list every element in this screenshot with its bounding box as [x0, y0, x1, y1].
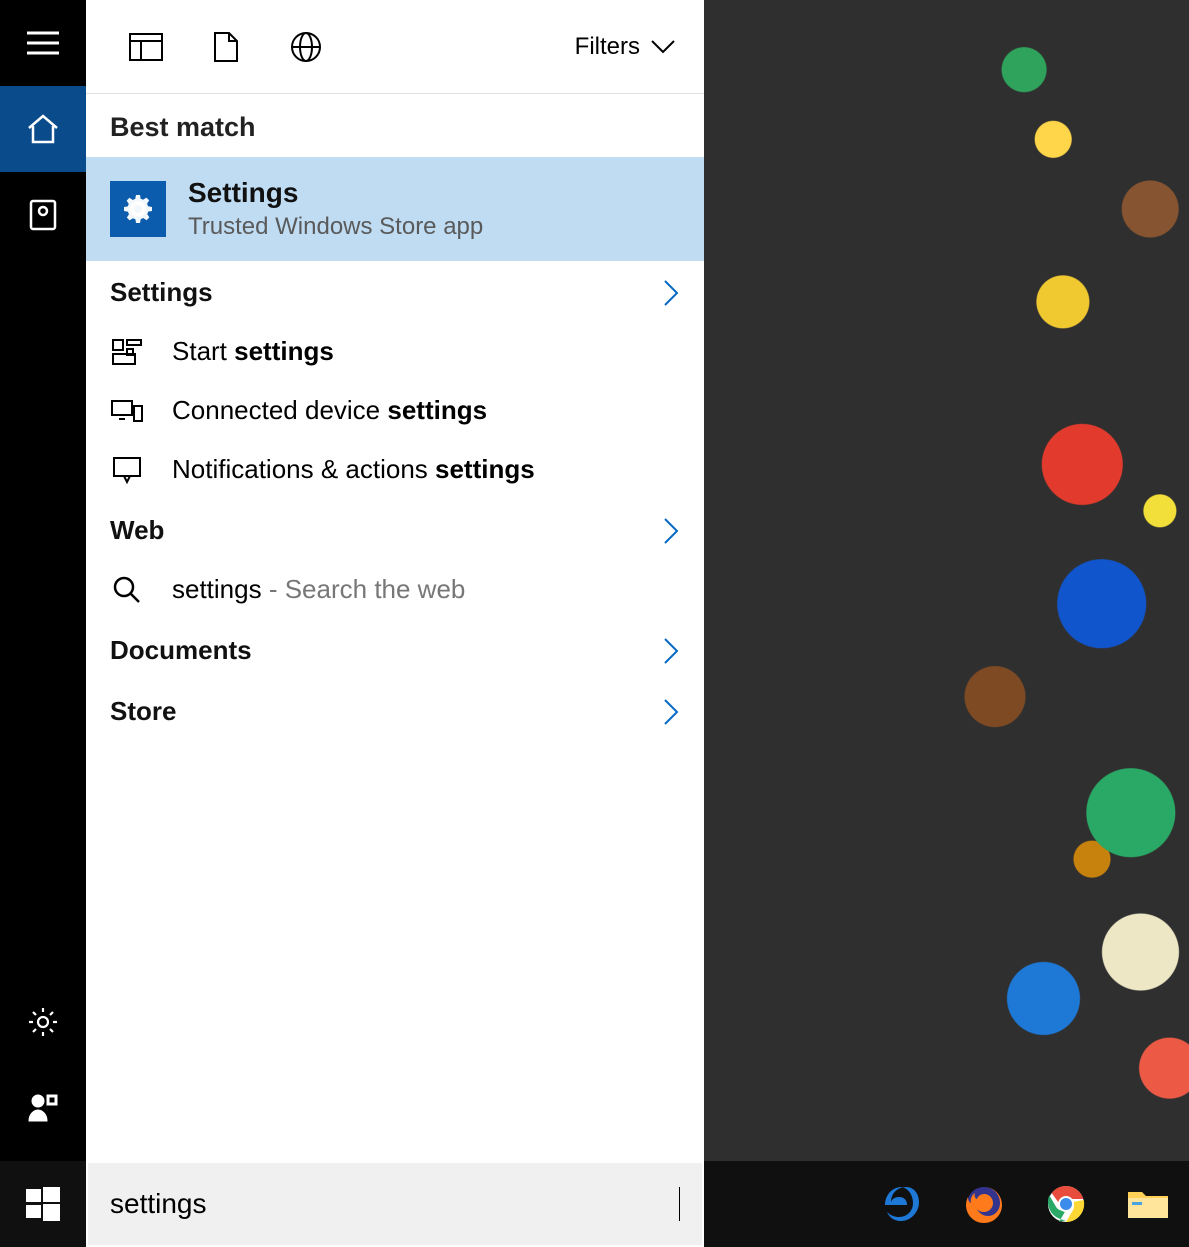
gear-icon	[118, 189, 158, 229]
taskbar-pin-chrome[interactable]	[1025, 1161, 1107, 1247]
menu-button[interactable]	[0, 0, 86, 86]
text-caret	[679, 1187, 680, 1221]
group-label: Settings	[110, 277, 213, 308]
taskbar-spacer	[704, 1161, 861, 1247]
chevron-right-icon	[662, 636, 680, 666]
globe-icon	[290, 31, 322, 63]
apps-icon	[129, 33, 163, 61]
best-match-title: Settings	[188, 177, 483, 209]
scope-apps-button[interactable]	[106, 0, 186, 94]
group-store[interactable]: Store	[86, 680, 704, 741]
best-match-subtitle: Trusted Windows Store app	[188, 213, 483, 241]
desktop: Filters Best match Settings Trusted Wind…	[0, 0, 1189, 1161]
gear-icon	[27, 1006, 59, 1038]
search-scope-toolbar: Filters	[86, 0, 704, 94]
settings-button[interactable]	[0, 979, 86, 1065]
taskbar-pin-firefox[interactable]	[943, 1161, 1025, 1247]
filters-label: Filters	[575, 33, 640, 61]
chevron-right-icon	[662, 516, 680, 546]
document-icon	[213, 31, 239, 63]
result-web-search[interactable]: settings - Search the web	[86, 560, 704, 619]
result-text: Connected device settings	[172, 395, 487, 426]
desktop-wallpaper	[704, 0, 1189, 1161]
best-match-result[interactable]: Settings Trusted Windows Store app	[86, 157, 704, 261]
notebook-icon	[29, 199, 57, 231]
hamburger-icon	[27, 31, 59, 55]
group-label: Web	[110, 515, 164, 546]
folder-icon	[1126, 1186, 1170, 1222]
scope-documents-button[interactable]	[186, 0, 266, 94]
result-text: Notifications & actions settings	[172, 454, 535, 485]
result-text: settings - Search the web	[172, 574, 465, 605]
home-button[interactable]	[0, 86, 86, 172]
search-input[interactable]	[110, 1188, 679, 1220]
cortana-rail	[0, 0, 86, 1161]
result-connected-device-settings[interactable]: Connected device settings	[86, 381, 704, 440]
notification-icon	[110, 456, 144, 484]
windows-logo-icon	[26, 1187, 60, 1221]
feedback-icon	[27, 1093, 59, 1123]
firefox-icon	[963, 1183, 1005, 1225]
group-documents[interactable]: Documents	[86, 619, 704, 680]
group-settings[interactable]: Settings	[86, 261, 704, 322]
result-notifications-settings[interactable]: Notifications & actions settings	[86, 440, 704, 499]
edge-icon	[881, 1183, 923, 1225]
chevron-down-icon	[650, 39, 676, 55]
filters-dropdown[interactable]: Filters	[575, 33, 684, 61]
best-match-text: Settings Trusted Windows Store app	[188, 177, 483, 241]
search-icon	[110, 576, 144, 604]
feedback-button[interactable]	[0, 1065, 86, 1151]
taskbar-pin-edge[interactable]	[861, 1161, 943, 1247]
group-web[interactable]: Web	[86, 499, 704, 560]
result-text: Start settings	[172, 336, 334, 367]
taskbar-pin-file-explorer[interactable]	[1107, 1161, 1189, 1247]
taskbar-search-box[interactable]	[86, 1161, 704, 1247]
section-best-match: Best match	[86, 94, 704, 157]
start-tiles-icon	[110, 339, 144, 365]
group-label: Documents	[110, 635, 252, 666]
start-button[interactable]	[0, 1161, 86, 1247]
result-start-settings[interactable]: Start settings	[86, 322, 704, 381]
chevron-right-icon	[662, 278, 680, 308]
taskbar	[0, 1161, 1189, 1247]
search-results-panel: Filters Best match Settings Trusted Wind…	[86, 0, 704, 1161]
chrome-icon	[1045, 1183, 1087, 1225]
home-icon	[26, 113, 60, 145]
settings-app-icon	[110, 181, 166, 237]
group-label: Store	[110, 696, 176, 727]
chevron-right-icon	[662, 697, 680, 727]
devices-icon	[110, 398, 144, 424]
scope-web-button[interactable]	[266, 0, 346, 94]
notebook-button[interactable]	[0, 172, 86, 258]
